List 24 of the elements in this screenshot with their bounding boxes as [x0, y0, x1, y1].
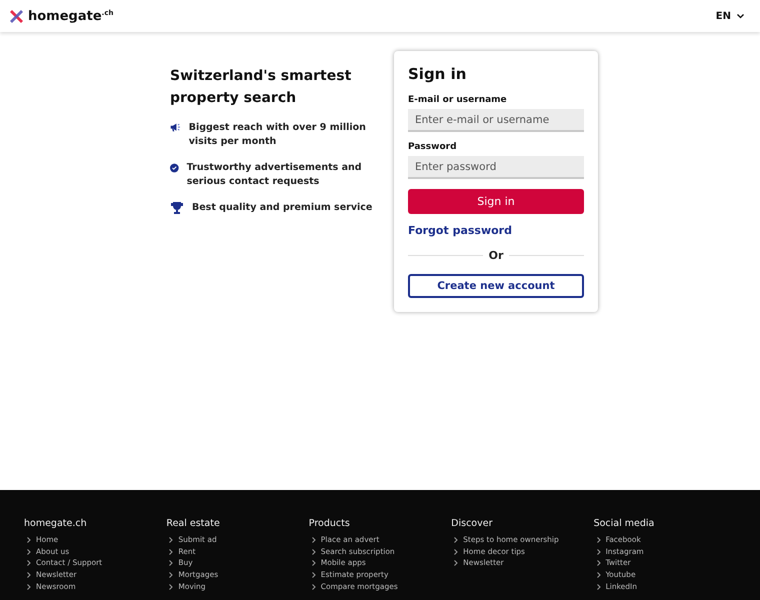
field-label: E-mail or username [408, 95, 508, 105]
input-field[interactable]: Enter password [408, 156, 584, 180]
create-account-button[interactable]: Create new account [408, 274, 584, 298]
chevron-down-icon [737, 14, 744, 18]
check-badge-icon [170, 161, 179, 175]
language-selector[interactable]: EN [716, 10, 744, 22]
logo-cross-icon [9, 8, 24, 24]
footer-heading: Discover [451, 518, 494, 529]
intro-heading: Switzerland's smartest property search [170, 67, 352, 108]
footer-heading: Real estate [166, 518, 221, 529]
divider-text: Or [488, 248, 504, 262]
sign-in-button[interactable]: Sign in [408, 189, 584, 214]
footer-heading: homegate.ch [24, 518, 88, 529]
feature-text: Trustworthy advertisements and serious contact requests [186, 161, 363, 189]
feature-text: Biggest reach with over 9 million visits per month [188, 121, 367, 149]
input-field[interactable]: Enter e-mail or username [408, 109, 584, 132]
forgot-password-link[interactable]: Forgot password [408, 224, 584, 237]
megaphone-icon [170, 121, 181, 134]
footer-heading: Social media [594, 518, 656, 529]
feature-text: Best quality and premium service [192, 201, 372, 215]
footer-heading: Products [308, 518, 351, 529]
trophy-icon [170, 201, 184, 215]
sign-in-heading: Sign in [408, 65, 468, 83]
field-label: Password [408, 142, 458, 152]
